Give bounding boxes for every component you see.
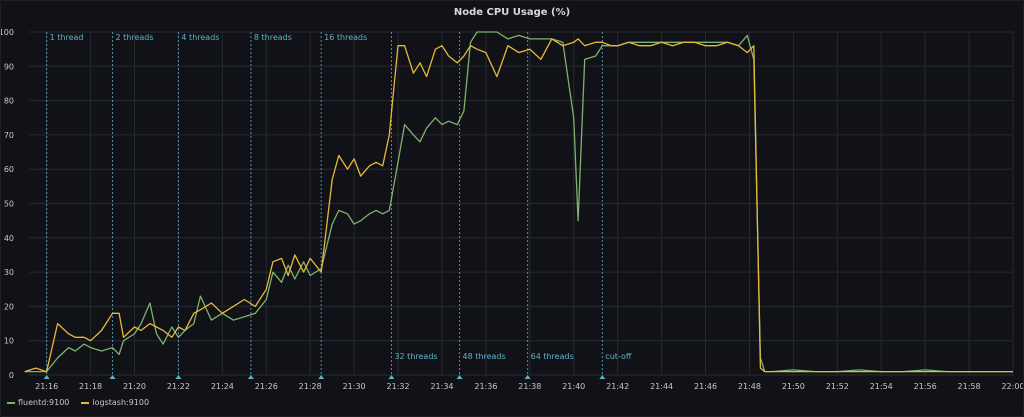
- annotation-marker: [388, 375, 395, 379]
- y-tick-label: 100: [1, 28, 14, 37]
- x-tick-label: 21:30: [343, 382, 366, 391]
- y-tick-label: 90: [4, 62, 14, 71]
- annotation-label: 16 threads: [324, 33, 367, 42]
- x-tick-label: 21:48: [738, 382, 761, 391]
- annotation-marker: [247, 375, 254, 379]
- annotation-marker: [175, 375, 182, 379]
- x-tick-label: 21:32: [387, 382, 410, 391]
- legend-label: fluentd:9100: [18, 398, 70, 407]
- x-tick-label: 21:56: [914, 382, 937, 391]
- x-tick-label: 21:34: [430, 382, 453, 391]
- x-tick-label: 21:46: [694, 382, 717, 391]
- legend-item[interactable]: fluentd:9100: [7, 398, 69, 407]
- annotation-label: 8 threads: [254, 33, 292, 42]
- y-tick-label: 10: [4, 337, 14, 346]
- annotation-marker: [109, 375, 116, 379]
- series-line-logstash-9100: [24, 38, 1013, 373]
- annotation-marker: [43, 375, 50, 379]
- x-tick-label: 21:16: [35, 382, 58, 391]
- x-tick-label: 21:18: [79, 382, 102, 391]
- annotation-label: 64 threads: [531, 352, 574, 361]
- legend: fluentd:9100 logstash:9100: [7, 398, 149, 407]
- chart-panel: Node CPU Usage (%) 0 10 20 30 40 50 60 70 80 90 10…: [0, 0, 1024, 417]
- y-tick-label: 70: [4, 131, 14, 140]
- annotation-label: 48 threads: [463, 352, 506, 361]
- legend-swatch: [7, 401, 15, 404]
- y-tick-label: 0: [9, 371, 14, 380]
- x-tick-label: 21:40: [562, 382, 585, 391]
- chart-plot: 0 10 20 30 40 50 60 70 80 90 100 21:16 21:18 21:20 21:…: [1, 28, 1023, 391]
- x-tick-label: 22:00: [1001, 382, 1023, 391]
- annotation-label: 2 threads: [116, 33, 154, 42]
- legend-label: logstash:9100: [92, 398, 150, 407]
- annotation-marker: [524, 375, 531, 379]
- legend-item[interactable]: logstash:9100: [81, 398, 149, 407]
- y-tick-label: 20: [4, 302, 14, 311]
- annotation-label: 1 thread: [50, 33, 84, 42]
- annotation-marker: [318, 375, 325, 379]
- x-tick-label: 21:28: [299, 382, 322, 391]
- annotation-marker: [599, 375, 606, 379]
- x-tick-label: 21:52: [826, 382, 849, 391]
- legend-swatch: [81, 401, 90, 404]
- y-tick-label: 60: [4, 165, 14, 174]
- y-tick-label: 30: [4, 268, 14, 277]
- y-tick-label: 50: [4, 200, 14, 209]
- annotation-marker: [456, 375, 463, 379]
- x-tick-label: 21:36: [474, 382, 497, 391]
- x-tick-label: 21:22: [167, 382, 190, 391]
- y-tick-label: 80: [4, 97, 14, 106]
- y-tick-label: 40: [4, 234, 14, 243]
- x-tick-label: 21:38: [518, 382, 541, 391]
- x-tick-label: 21:24: [211, 382, 234, 391]
- x-tick-label: 21:20: [123, 382, 146, 391]
- x-tick-label: 21:50: [782, 382, 805, 391]
- x-tick-label: 21:58: [958, 382, 981, 391]
- annotation-label: cut-off: [605, 352, 632, 361]
- x-tick-label: 21:26: [255, 382, 278, 391]
- x-tick-label: 21:54: [870, 382, 893, 391]
- x-tick-label: 21:42: [606, 382, 629, 391]
- series-line-fluentd-9100: [24, 31, 1013, 373]
- x-tick-label: 21:44: [650, 382, 673, 391]
- annotation-label: 32 threads: [394, 352, 437, 361]
- annotation-label: 4 threads: [181, 33, 219, 42]
